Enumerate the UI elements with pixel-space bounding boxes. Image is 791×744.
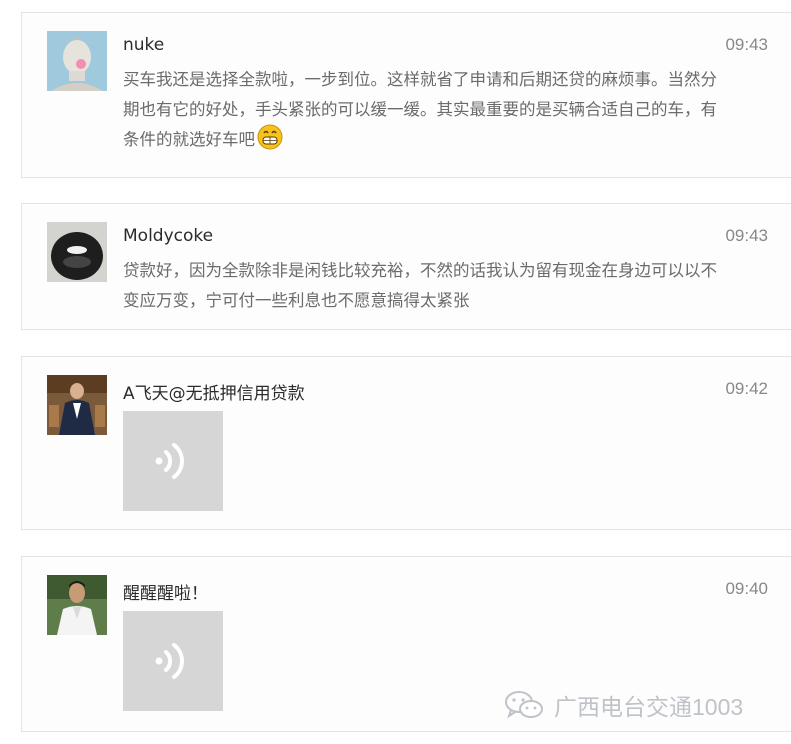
comment-card: nuke 09:43 买车我还是选择全款啦，一步到位。这样就省了申请和后期还贷的… (21, 12, 791, 178)
avatar[interactable] (47, 31, 107, 91)
comment-card: Moldycoke 09:43 贷款好，因为全款除非是闲钱比较充裕，不然的话我认… (21, 203, 791, 330)
voice-message[interactable] (123, 611, 223, 711)
commenter-name[interactable]: A飞天@无抵押信用贷款 (123, 379, 305, 404)
avatar[interactable] (47, 375, 107, 435)
comment-text: 买车我还是选择全款啦，一步到位。这样就省了申请和后期还贷的麻烦事。当然分期也有它… (123, 65, 723, 160)
voice-message-icon (155, 643, 184, 679)
grinning-face-icon (257, 124, 283, 160)
comment-time: 09:43 (725, 226, 768, 245)
comment-time: 09:40 (725, 579, 768, 598)
commenter-name[interactable]: nuke (123, 35, 164, 55)
comment-card: A飞天@无抵押信用贷款 09:42 (21, 356, 791, 530)
comment-time: 09:43 (725, 35, 768, 54)
watermark: 广西电台交通1003 (504, 686, 743, 724)
comment-time: 09:42 (725, 379, 768, 398)
voice-message[interactable] (123, 411, 223, 511)
avatar[interactable] (47, 222, 107, 282)
commenter-name[interactable]: Moldycoke (123, 226, 213, 246)
avatar[interactable] (47, 575, 107, 635)
wechat-icon (505, 691, 543, 719)
watermark-text: 广西电台交通1003 (554, 694, 744, 720)
voice-message-icon (155, 443, 184, 479)
comment-text: 贷款好，因为全款除非是闲钱比较充裕，不然的话我认为留有现金在身边可以以不变应万变… (123, 261, 717, 310)
commenter-name[interactable]: 醒醒醒啦！ (123, 579, 208, 604)
